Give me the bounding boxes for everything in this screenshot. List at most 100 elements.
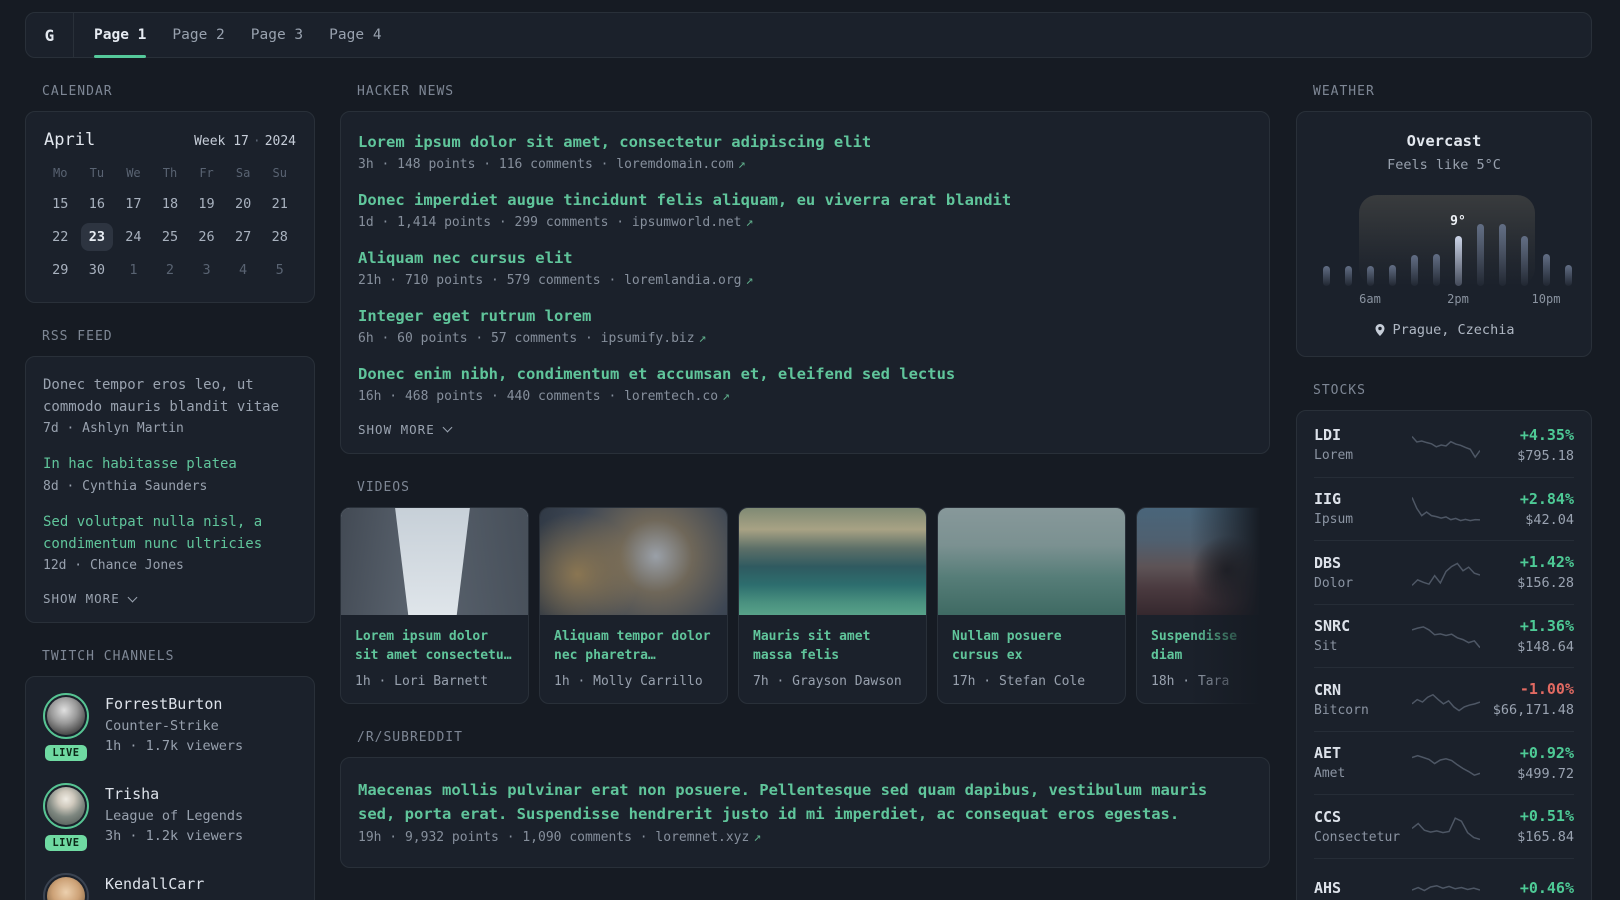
stock-row[interactable]: SNRC Sit +1.36% $148.64	[1314, 603, 1574, 668]
twitch-channel-row[interactable]: LIVE Trisha League of Legends 3h · 1.2k …	[43, 783, 297, 852]
post-title-link[interactable]: Maecenas mollis pulvinar erat non posuer…	[358, 781, 1207, 823]
stream-category[interactable]: League of Legends	[105, 808, 243, 824]
location-pin-icon	[1375, 324, 1385, 336]
right-column: WEATHER Overcast Feels like 5°C 9° 6am 2p…	[1296, 84, 1592, 900]
video-body: Lorem ipsum dolor sit amet consectetu… 1…	[341, 615, 528, 703]
rss-item: Sed volutpat nulla nisl, a condimentum n…	[43, 512, 297, 573]
rss-title-link[interactable]: Donec tempor eros leo, ut commodo mauris…	[43, 375, 297, 418]
streamer-avatar[interactable]	[43, 873, 89, 900]
news-title-link[interactable]: Donec enim nibh, condimentum et accumsan…	[358, 364, 1252, 385]
external-link-icon[interactable]: ↗	[722, 389, 730, 404]
news-item: Integer eget rutrum lorem 6h · 60 points…	[358, 306, 1252, 346]
tab-page-4[interactable]: Page 4	[329, 13, 381, 57]
dashboard-page: G Page 1 Page 2 Page 3 Page 4 CALENDAR A…	[0, 0, 1620, 900]
external-link-icon[interactable]: ↗	[699, 331, 707, 346]
video-card[interactable]: Suspendisse diam 18h · Tara	[1136, 506, 1270, 704]
page-tabs: Page 1 Page 2 Page 3 Page 4	[74, 13, 382, 58]
stock-row[interactable]: LDI Lorem +4.35% $795.18	[1314, 413, 1574, 477]
streamer-name[interactable]: KendallCarr	[105, 875, 204, 893]
news-meta-text: 6h · 60 points · 57 comments · ipsumify.…	[358, 330, 695, 346]
show-more-label: SHOW MORE	[43, 591, 120, 607]
calendar-day: 5	[275, 262, 284, 278]
video-meta: 1h · Lori Barnett	[355, 673, 489, 689]
show-more-button[interactable]: SHOW MORE	[358, 422, 1252, 437]
tab-page-2[interactable]: Page 2	[172, 13, 224, 57]
calendar-day: 23	[80, 223, 113, 251]
video-card[interactable]: Nullam posuere cursus ex 17h · Stefan Co…	[937, 506, 1126, 704]
stock-id: IIG Ipsum	[1314, 490, 1412, 527]
external-link-icon[interactable]: ↗	[738, 157, 746, 172]
tab-page-1[interactable]: Page 1	[94, 13, 147, 58]
videos-carousel: Lorem ipsum dolor sit amet consectetu… 1…	[340, 506, 1270, 704]
subreddit-card: Maecenas mollis pulvinar erat non posuer…	[340, 756, 1270, 868]
external-link-icon[interactable]: ↗	[746, 215, 754, 230]
external-link-icon[interactable]: ↗	[753, 830, 761, 845]
stock-row[interactable]: CRN Bitcorn -1.00% $66,171.48	[1314, 667, 1574, 731]
hour-label: 10pm	[1531, 292, 1561, 306]
stock-row[interactable]: DBS Dolor +1.42% $156.28	[1314, 540, 1574, 604]
video-title[interactable]: Suspendisse diam	[1151, 627, 1270, 666]
video-title[interactable]: Mauris sit amet massa felis	[753, 627, 912, 666]
video-meta: 18h · Tara	[1151, 673, 1230, 689]
weather-hour-bar	[1344, 266, 1352, 286]
calendar-day: 24	[125, 229, 142, 245]
middle-column: HACKER NEWS Lorem ipsum dolor sit amet, …	[340, 84, 1270, 894]
calendar-header: April Week 17 · 2024	[42, 130, 298, 150]
news-meta: 1d · 1,414 points · 299 comments · ipsum…	[358, 215, 1252, 230]
stock-row[interactable]: CCS Consectetur +0.51% $165.84	[1314, 794, 1574, 858]
external-link-icon[interactable]: ↗	[746, 273, 754, 288]
stock-id: SNRC Sit	[1314, 617, 1412, 654]
stream-category[interactable]: Counter-Strike	[105, 718, 243, 734]
news-title-link[interactable]: Aliquam nec cursus elit	[358, 248, 1252, 269]
current-temperature-label: 9°	[1450, 214, 1466, 229]
news-meta: 6h · 60 points · 57 comments · ipsumify.…	[358, 331, 1252, 346]
news-title-link[interactable]: Integer eget rutrum lorem	[358, 306, 1252, 327]
video-meta: 1h · Molly Carrillo	[554, 673, 703, 689]
video-card[interactable]: Mauris sit amet massa felis 7h · Grayson…	[738, 506, 927, 704]
stock-price: $795.18	[1517, 447, 1574, 464]
streamer-name[interactable]: Trisha	[105, 785, 243, 803]
stock-name: Amet	[1314, 766, 1346, 782]
stock-row[interactable]: AET Amet +0.92% $499.72	[1314, 730, 1574, 795]
calendar-day: 20	[234, 196, 252, 212]
news-title-link[interactable]: Lorem ipsum dolor sit amet, consectetur …	[358, 132, 1252, 153]
show-more-button[interactable]: SHOW MORE	[43, 591, 297, 606]
video-title[interactable]: Aliquam tempor dolor nec pharetra…	[554, 627, 713, 666]
stock-price: $148.64	[1517, 638, 1574, 655]
calendar-week: Week 17	[194, 134, 249, 149]
rss-widget: RSS FEED Donec tempor eros leo, ut commo…	[25, 329, 315, 624]
stock-price: $156.28	[1517, 575, 1574, 592]
weather-location[interactable]: Prague, Czechia	[1313, 322, 1575, 338]
stock-change: +1.42%	[1519, 553, 1574, 572]
calendar-card: April Week 17 · 2024 Mo Tu We Th Fr Sa Su 15 16 17…	[25, 111, 315, 303]
streamer-avatar[interactable]	[43, 693, 89, 740]
video-card[interactable]: Aliquam tempor dolor nec pharetra… 1h · …	[539, 506, 728, 704]
video-title[interactable]: Nullam posuere cursus ex	[952, 627, 1111, 666]
channel-info: ForrestBurton Counter-Strike 1h · 1.7k v…	[105, 693, 243, 761]
calendar-day: 26	[198, 229, 215, 245]
twitch-channel-row[interactable]: KendallCarr	[43, 873, 297, 900]
weather-widget-label: WEATHER	[1313, 84, 1375, 99]
rss-title-link[interactable]: Sed volutpat nulla nisl, a condimentum n…	[43, 512, 297, 555]
weather-hour-bar	[1454, 236, 1462, 286]
rss-meta: 8d · Cynthia Saunders	[43, 479, 208, 495]
dashboard-columns: CALENDAR April Week 17 · 2024 Mo Tu We Th Fr Sa…	[0, 58, 1620, 900]
video-card[interactable]: Lorem ipsum dolor sit amet consectetu… 1…	[340, 506, 529, 704]
streamer-name[interactable]: ForrestBurton	[105, 695, 243, 713]
stock-row[interactable]: AHS +0.46%	[1314, 857, 1574, 900]
calendar-day: 2	[165, 262, 175, 278]
news-title-link[interactable]: Donec imperdiet augue tincidunt felis al…	[358, 190, 1252, 211]
app-logo[interactable]: G	[26, 13, 74, 57]
stock-row[interactable]: IIG Ipsum +2.84% $42.04	[1314, 476, 1574, 541]
news-item: Lorem ipsum dolor sit amet, consectetur …	[358, 132, 1252, 172]
calendar-month: April	[44, 130, 96, 150]
stock-id: DBS Dolor	[1314, 554, 1412, 591]
rss-title-link[interactable]: In hac habitasse platea	[43, 454, 297, 476]
streamer-avatar[interactable]	[43, 783, 89, 830]
stock-id: LDI Lorem	[1314, 426, 1412, 463]
calendar-widget-label: CALENDAR	[42, 84, 113, 99]
stock-name: Ipsum	[1314, 512, 1354, 528]
twitch-channel-row[interactable]: LIVE ForrestBurton Counter-Strike 1h · 1…	[43, 693, 297, 762]
video-title[interactable]: Lorem ipsum dolor sit amet consectetu…	[355, 627, 514, 666]
tab-page-3[interactable]: Page 3	[251, 13, 303, 57]
